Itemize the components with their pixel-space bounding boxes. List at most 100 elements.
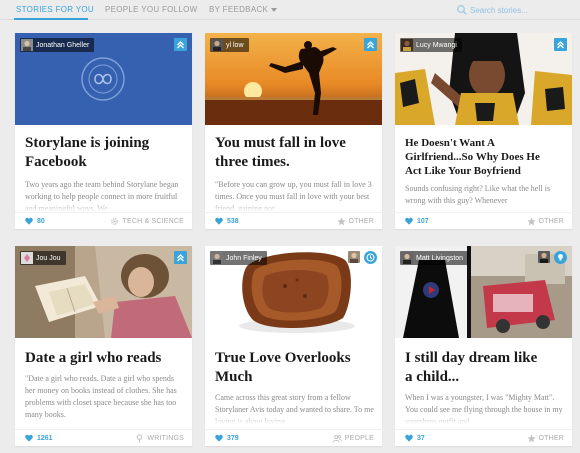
- lightbulb-icon[interactable]: [554, 251, 567, 264]
- card-title-line: a child...: [405, 369, 460, 385]
- card-footer: 37 Other: [395, 429, 572, 446]
- boost-icon[interactable]: [364, 38, 377, 51]
- tab-people-you-follow[interactable]: People you follow: [105, 5, 198, 14]
- card-excerpt: Sounds confusing right? Like what the he…: [405, 184, 551, 205]
- author-chip[interactable]: Matt Livingston: [400, 251, 469, 265]
- category-label: Other: [538, 218, 564, 225]
- heart-icon: [215, 434, 223, 442]
- avatar[interactable]: [538, 251, 550, 263]
- like-count: 80: [37, 217, 45, 225]
- author-chip[interactable]: Jou Jou: [20, 251, 66, 265]
- author-name: Jou Jou: [36, 254, 61, 262]
- card-footer: 379 People: [205, 429, 382, 446]
- author-chip[interactable]: John Finley: [210, 251, 267, 265]
- card-title-line: You must fall in love: [215, 135, 346, 151]
- story-card[interactable]: yl low You must fall in love three times…: [205, 33, 382, 229]
- pen-icon: [137, 434, 143, 443]
- like-count: 538: [227, 217, 239, 225]
- category-label: People: [344, 435, 374, 442]
- like-count: 107: [417, 217, 429, 225]
- avatar[interactable]: [348, 251, 360, 263]
- author-name: Lucy Mwangi: [416, 41, 457, 49]
- card-footer: 80 Tech & Science: [15, 212, 192, 229]
- card-footer: 107 Other: [395, 212, 572, 229]
- chevron-down-icon: [271, 7, 278, 12]
- star-icon: [336, 217, 346, 226]
- category-label: Other: [538, 435, 564, 442]
- like-button[interactable]: 1261: [25, 434, 53, 442]
- heart-icon: [215, 217, 223, 225]
- card-title[interactable]: You must fall in love three times.: [215, 134, 346, 172]
- category-link[interactable]: Other: [526, 217, 565, 226]
- category-link[interactable]: People: [332, 434, 374, 443]
- avatar: [21, 39, 33, 51]
- story-card[interactable]: John Finley True Love Overlooks Much Cam…: [205, 246, 382, 446]
- search-icon[interactable]: [456, 4, 468, 16]
- category-label: Other: [348, 218, 374, 225]
- card-title-line: Much: [215, 369, 253, 385]
- people-icon: [332, 435, 342, 443]
- card-title[interactable]: Storylane is joining Facebook: [25, 134, 149, 172]
- card-excerpt: "Date a girl who reads. Date a girl who …: [25, 374, 177, 419]
- heart-icon: [405, 434, 413, 442]
- category-link[interactable]: Writings: [135, 434, 184, 443]
- avatar: [401, 252, 413, 264]
- boost-icon[interactable]: [174, 38, 187, 51]
- boost-icon[interactable]: [174, 251, 187, 264]
- heart-icon: [405, 217, 413, 225]
- heart-icon: [25, 434, 33, 442]
- card-title[interactable]: Date a girl who reads: [25, 349, 161, 368]
- author-name: Jonathan Gheller: [36, 41, 90, 49]
- card-title-line: Date a girl who reads: [25, 350, 162, 366]
- story-card[interactable]: Jou Jou Date a girl who reads "Date a gi…: [15, 246, 192, 446]
- avatar: [211, 252, 223, 264]
- card-title[interactable]: He Doesn't Want A Girlfriend...So Why Do…: [405, 136, 540, 178]
- heart-icon: [25, 217, 33, 225]
- star-icon: [526, 434, 536, 443]
- author-name: Matt Livingston: [416, 254, 464, 262]
- avatar: [211, 39, 223, 51]
- search-input[interactable]: [470, 3, 568, 17]
- avatar: [21, 252, 33, 264]
- card-title-line: True Love Overlooks: [215, 350, 351, 366]
- like-count: 37: [417, 434, 425, 442]
- like-count: 379: [227, 434, 239, 442]
- active-tab-indicator: [14, 18, 88, 20]
- card-footer: 1261 Writings: [15, 429, 192, 446]
- author-chip[interactable]: Jonathan Gheller: [20, 38, 95, 52]
- clock-icon[interactable]: [364, 251, 377, 264]
- story-card[interactable]: Jonathan Gheller Storylane is joining Fa…: [15, 33, 192, 229]
- card-title[interactable]: I still day dream like a child...: [405, 349, 537, 387]
- top-nav: Stories for you People you follow By fee…: [0, 0, 580, 20]
- star-icon: [526, 217, 536, 226]
- card-footer: 538 Other: [205, 212, 382, 229]
- boost-icon[interactable]: [554, 38, 567, 51]
- like-count: 1261: [37, 434, 53, 442]
- story-card[interactable]: Lucy Mwangi He Doesn't Want A Girlfriend…: [395, 33, 572, 229]
- category-link[interactable]: Tech & Science: [110, 217, 184, 226]
- card-title-line: He Doesn't Want A: [405, 137, 495, 149]
- author-chip[interactable]: Lucy Mwangi: [400, 38, 462, 52]
- story-card[interactable]: Matt Livingston I still day dream like a…: [395, 246, 572, 446]
- tab-stories-for-you[interactable]: Stories for you: [16, 5, 94, 14]
- card-title-line: I still day dream like: [405, 350, 538, 366]
- tab-by-feedback-label: By feedback: [209, 5, 269, 14]
- author-chip[interactable]: yl low: [210, 38, 249, 52]
- card-title-line: Storylane is joining: [25, 135, 150, 151]
- like-button[interactable]: 107: [405, 217, 429, 225]
- card-title-line: Girlfriend...So Why Does He: [405, 151, 540, 163]
- card-title[interactable]: True Love Overlooks Much: [215, 349, 351, 387]
- tab-by-feedback[interactable]: By feedback: [209, 5, 278, 14]
- like-button[interactable]: 538: [215, 217, 239, 225]
- card-title-line: three times.: [215, 154, 290, 170]
- avatar: [401, 39, 413, 51]
- category-link[interactable]: Other: [526, 434, 565, 443]
- like-button[interactable]: 80: [25, 217, 45, 225]
- like-button[interactable]: 379: [215, 434, 239, 442]
- gear-icon: [111, 218, 119, 225]
- like-button[interactable]: 37: [405, 434, 425, 442]
- search-box[interactable]: [456, 3, 568, 17]
- category-link[interactable]: Other: [336, 217, 375, 226]
- card-title-line: Act Like Your Boyfriend: [405, 165, 521, 177]
- card-title-line: Facebook: [25, 154, 87, 170]
